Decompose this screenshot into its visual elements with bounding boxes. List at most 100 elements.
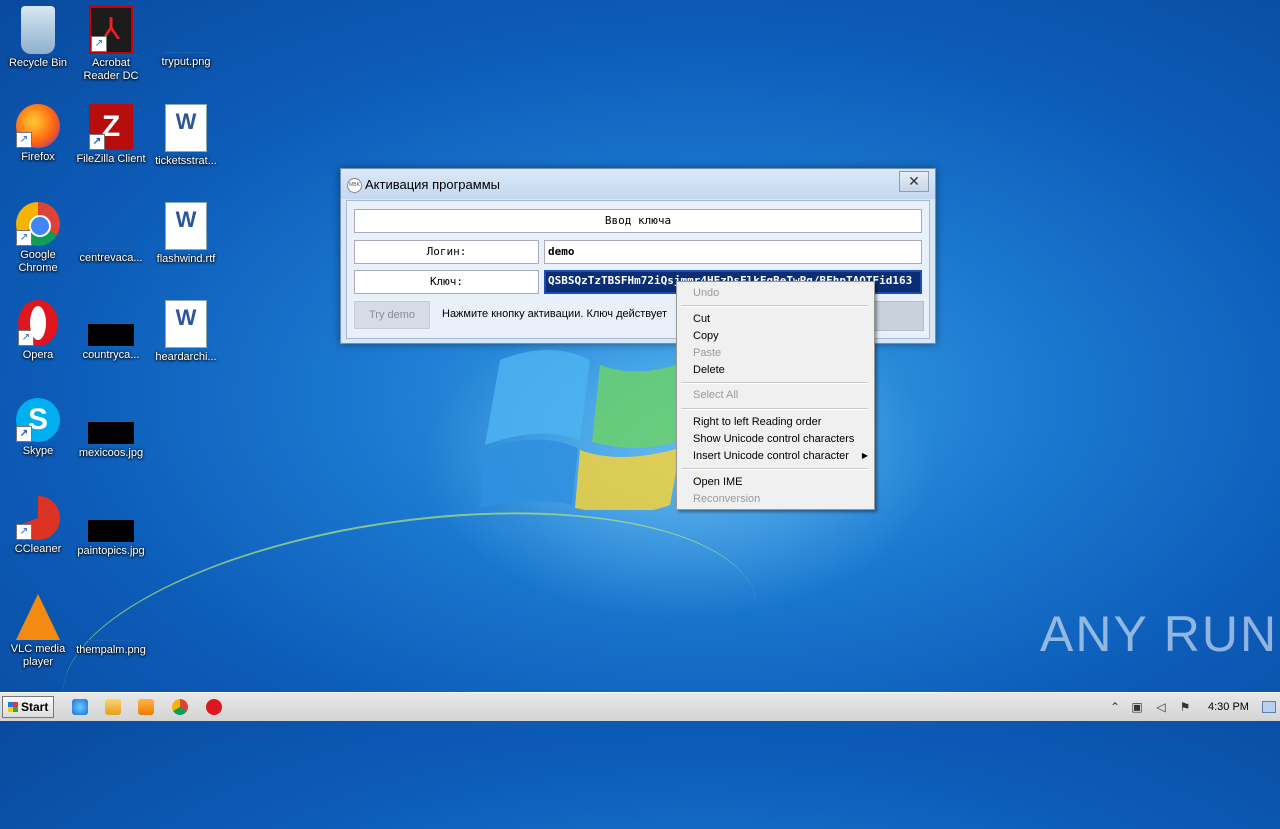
desktop-icon-flashwind[interactable]: W flashwind.rtf: [148, 202, 224, 266]
menu-separator: [681, 468, 868, 470]
activation-hint-text: Нажмите кнопку активации. Ключ действует: [442, 308, 668, 320]
menu-item-show-unicode[interactable]: Show Unicode control characters: [693, 433, 854, 445]
desktop-icon-acrobat[interactable]: ⅄ ↗ Acrobat Reader DC: [73, 6, 149, 83]
login-label: Логин:: [354, 240, 539, 264]
dialog-titlebar[interactable]: MBK Активация программы ✕: [341, 169, 935, 199]
image-file-icon: [88, 624, 134, 641]
desktop-icon-heardarchi[interactable]: W heardarchi...: [148, 300, 224, 364]
desktop-icon-mexicoos[interactable]: mexicoos.jpg: [73, 398, 149, 460]
desktop-icon-recycle-bin[interactable]: Recycle Bin: [0, 6, 76, 70]
desktop-icon-label: CCleaner: [14, 543, 62, 555]
login-input[interactable]: demo: [544, 240, 922, 264]
image-file-icon: [163, 36, 209, 53]
desktop-icon-label: Acrobat Reader DC: [83, 57, 139, 82]
anyrun-watermark: ANY RUN: [1040, 606, 1279, 662]
show-hidden-icons-icon[interactable]: ⌃: [1108, 700, 1122, 714]
key-entry-header: Ввод ключа: [354, 209, 922, 233]
menu-item-open-ime[interactable]: Open IME: [693, 476, 743, 488]
desktop-icon-label: Recycle Bin: [8, 57, 68, 69]
menu-item-reconversion[interactable]: Reconversion: [693, 493, 760, 505]
windows-logo-wallpaper: [480, 350, 690, 510]
chrome-icon: ↗: [16, 202, 60, 246]
volume-icon[interactable]: ◁: [1154, 700, 1168, 714]
acrobat-icon: ⅄ ↗: [89, 6, 133, 54]
show-desktop-button[interactable]: [1262, 701, 1276, 713]
menu-item-rtl-reading-order[interactable]: Right to left Reading order: [693, 416, 821, 428]
image-file-icon: [88, 520, 134, 542]
key-label: Ключ:: [354, 270, 539, 294]
opera-icon: ↗: [18, 300, 58, 346]
windows-flag-icon: [8, 702, 18, 712]
menu-item-paste[interactable]: Paste: [693, 347, 721, 359]
shortcut-arrow-icon: ↗: [89, 134, 105, 150]
close-button[interactable]: ✕: [899, 171, 929, 192]
desktop-icon-firefox[interactable]: ↗ Firefox: [0, 104, 76, 164]
desktop-icon-label: ticketsstrat...: [155, 155, 217, 167]
skype-icon: S ↗: [16, 398, 60, 442]
image-file-icon: [88, 324, 134, 346]
image-file-icon: [88, 422, 134, 444]
explorer-icon[interactable]: [105, 699, 121, 715]
clock[interactable]: 4:30 PM: [1208, 701, 1249, 713]
menu-separator: [681, 305, 868, 307]
word-document-icon: W: [165, 104, 207, 152]
desktop-icon-label: Google Chrome: [18, 249, 58, 274]
start-button[interactable]: Start: [2, 696, 54, 718]
menu-separator: [681, 408, 868, 410]
desktop-icon-label: heardarchi...: [155, 351, 217, 363]
start-label: Start: [21, 700, 49, 714]
app-icon: MBK: [347, 178, 362, 193]
desktop-icon-label: tryput.png: [161, 56, 211, 68]
ie-icon[interactable]: [72, 699, 88, 715]
menu-item-insert-unicode[interactable]: Insert Unicode control character: [693, 450, 849, 462]
shortcut-arrow-icon: ↗: [16, 230, 32, 246]
opera-icon[interactable]: [206, 699, 222, 715]
desktop-icon-opera[interactable]: ↗ Opera: [0, 300, 76, 362]
desktop-icon-ccleaner[interactable]: ↗ CCleaner: [0, 496, 76, 556]
dialog-title: Активация программы: [365, 177, 500, 192]
taskbar: Start ⌃ ▣ ◁ ⚑ 4:30 PM: [0, 692, 1280, 721]
image-file-icon: [88, 232, 134, 249]
desktop-icon-thempalm[interactable]: thempalm.png: [73, 594, 149, 657]
action-center-flag-icon[interactable]: ⚑: [1178, 700, 1192, 714]
menu-item-cut[interactable]: Cut: [693, 313, 710, 325]
desktop-icon-label: Skype: [22, 445, 54, 457]
menu-item-undo[interactable]: Undo: [693, 287, 719, 299]
recycle-bin-icon: [21, 6, 55, 54]
try-demo-button[interactable]: Try demo: [354, 301, 430, 329]
desktop-icon-label: VLC media player: [10, 643, 66, 668]
desktop-icon-label: countryca...: [82, 349, 140, 361]
desktop-icon-chrome[interactable]: ↗ Google Chrome: [0, 202, 76, 275]
desktop-icon-centrevaca[interactable]: centrevaca...: [73, 202, 149, 265]
shortcut-arrow-icon: ↗: [91, 36, 107, 52]
menu-item-copy[interactable]: Copy: [693, 330, 719, 342]
shortcut-arrow-icon: ↗: [18, 330, 34, 346]
chrome-icon[interactable]: [172, 699, 188, 715]
desktop-icon-paintopics[interactable]: paintopics.jpg: [73, 496, 149, 558]
desktop-icon-tryput[interactable]: tryput.png: [148, 6, 224, 69]
network-icon[interactable]: ▣: [1130, 700, 1144, 714]
menu-item-delete[interactable]: Delete: [693, 364, 725, 376]
desktop-icon-label: paintopics.jpg: [77, 545, 145, 557]
shortcut-arrow-icon: ↗: [16, 132, 32, 148]
menu-item-select-all[interactable]: Select All: [693, 389, 738, 401]
firefox-icon: ↗: [16, 104, 60, 148]
submenu-arrow-icon: ▶: [861, 451, 868, 460]
desktop-icon-skype[interactable]: S ↗ Skype: [0, 398, 76, 458]
word-document-icon: W: [165, 202, 207, 250]
shortcut-arrow-icon: ↗: [16, 524, 32, 540]
desktop-icon-label: Firefox: [21, 151, 55, 163]
shortcut-arrow-icon: ↗: [16, 426, 32, 442]
desktop-icon-label: Opera: [22, 349, 54, 361]
vlc-icon: [16, 594, 60, 640]
desktop-icon-countryca[interactable]: countryca...: [73, 300, 149, 362]
desktop-icon-label: centrevaca...: [79, 252, 143, 264]
desktop-icon-label: thempalm.png: [76, 644, 146, 656]
filezilla-icon: Z ↗: [89, 104, 133, 150]
desktop-icon-vlc[interactable]: VLC media player: [0, 594, 76, 669]
media-player-icon[interactable]: [138, 699, 154, 715]
desktop-icon-filezilla[interactable]: Z ↗ FileZilla Client: [73, 104, 149, 166]
word-document-icon: W: [165, 300, 207, 348]
edit-context-menu: Undo Cut Copy Paste Delete Select All Ri…: [676, 281, 875, 510]
desktop-icon-ticketsstrat[interactable]: W ticketsstrat...: [148, 104, 224, 168]
